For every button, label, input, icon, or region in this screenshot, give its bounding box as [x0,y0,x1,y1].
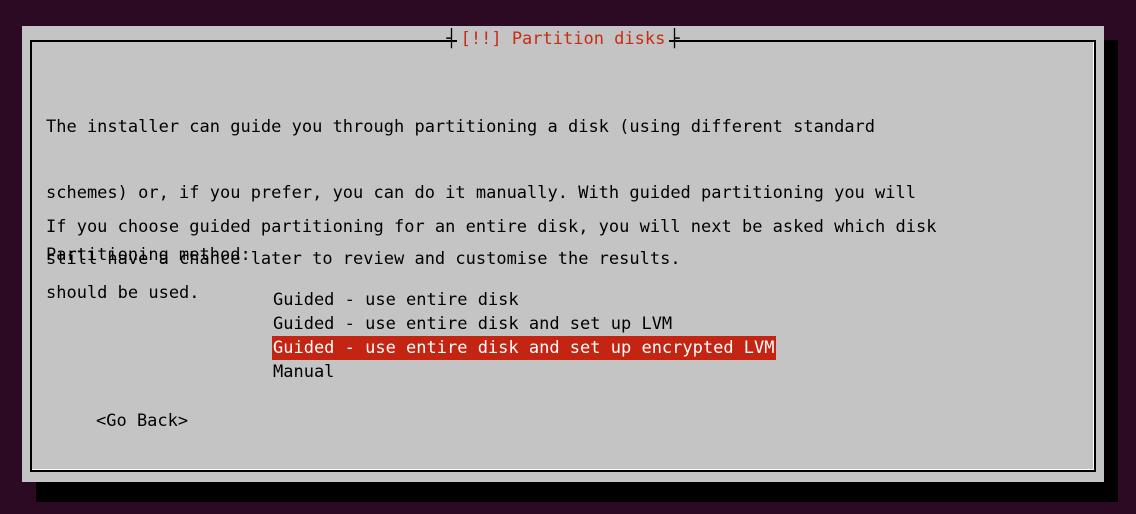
title-right-bracket-icon: ├ [669,29,680,49]
intro-line: The installer can guide you through part… [46,117,876,137]
option-manual[interactable]: Manual [272,360,776,384]
option-guided-encrypted-lvm[interactable]: Guided - use entire disk and set up encr… [272,336,776,360]
title-left-bracket-icon: ┤ [446,29,457,49]
partitioning-method-label: Partitioning method: [46,245,251,265]
dialog-shadow-right [1104,40,1118,502]
dialog-shadow-bottom [36,482,1118,502]
option-guided-entire-disk[interactable]: Guided - use entire disk [272,288,776,312]
partition-dialog: ┤ [!!] Partition disks ├ The installer can… [22,26,1104,482]
guided-line: If you choose guided partitioning for an… [46,217,937,237]
option-guided-lvm[interactable]: Guided - use entire disk and set up LVM [272,312,776,336]
partitioning-method-list: Guided - use entire disk Guided - use en… [272,288,776,384]
dialog-title: [!!] Partition disks [456,28,670,50]
dialog-title-wrap: ┤ [!!] Partition disks ├ [22,28,1104,50]
go-back-button[interactable]: <Go Back> [96,410,188,432]
